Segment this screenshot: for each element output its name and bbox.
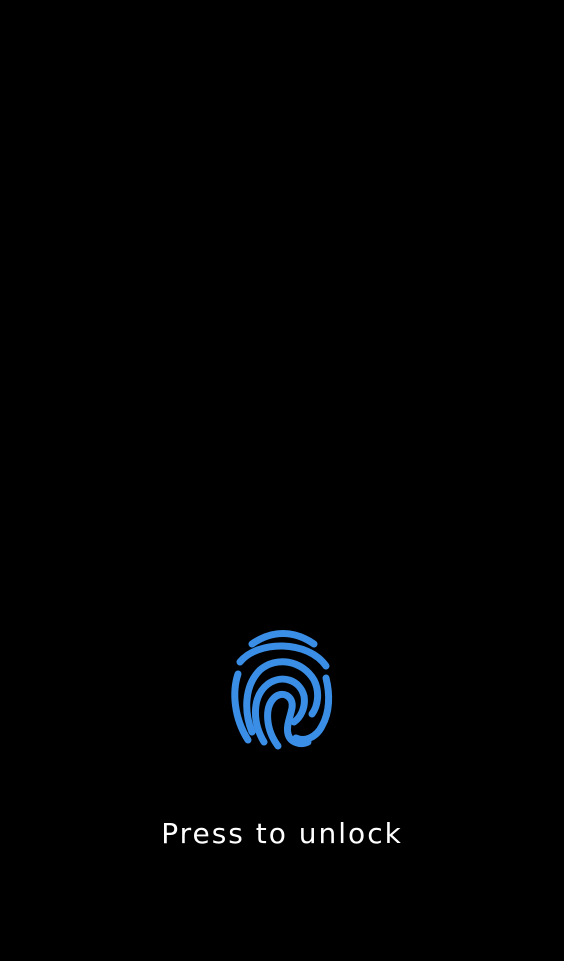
fingerprint-icon[interactable] bbox=[222, 622, 342, 754]
lock-screen: Press to unlock bbox=[0, 0, 564, 961]
unlock-hint-text: Press to unlock bbox=[161, 817, 403, 850]
fingerprint-sensor[interactable] bbox=[222, 622, 342, 754]
